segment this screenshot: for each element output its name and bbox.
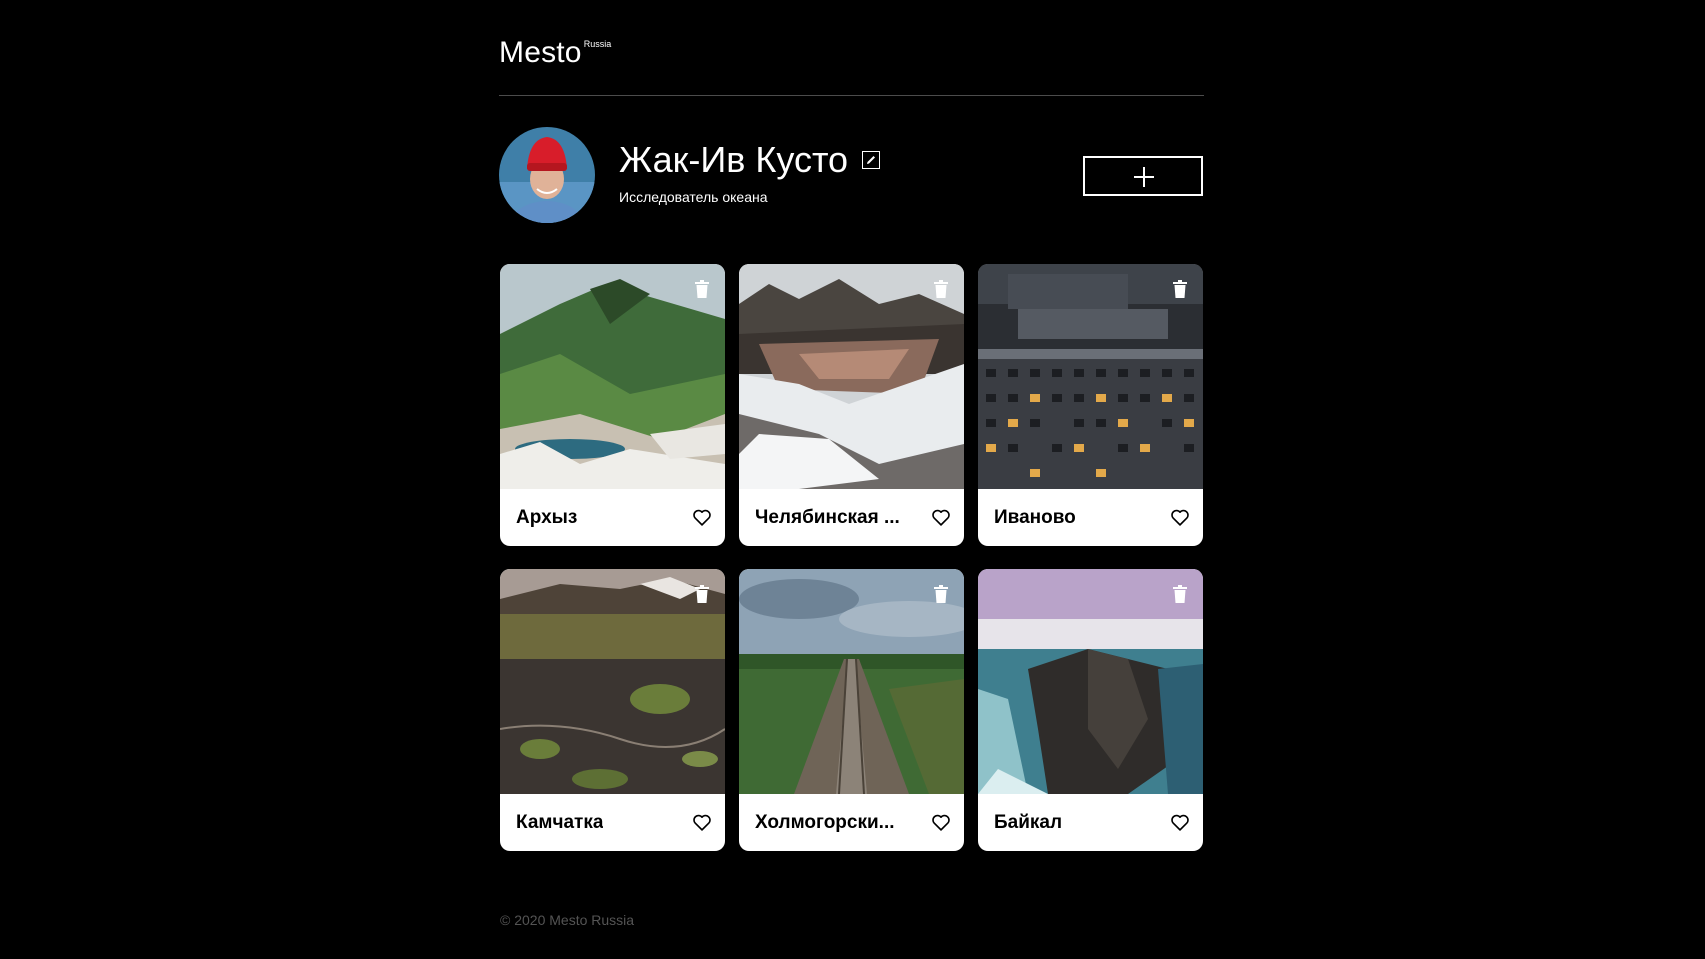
profile-info: Жак-Ив Кусто Исследователь океана [619, 139, 881, 205]
card-footer: Байкал [978, 794, 1203, 851]
card-title: Байкал [994, 811, 1063, 833]
card: Камчатка [500, 569, 725, 851]
page: Mesto Russia Жак-Ив Кусто Исследователь … [0, 0, 1705, 959]
heart-icon[interactable] [1171, 814, 1189, 831]
card-image[interactable] [739, 264, 964, 489]
heart-icon[interactable] [932, 814, 950, 831]
card-image[interactable] [978, 569, 1203, 794]
heart-icon[interactable] [932, 509, 950, 526]
avatar[interactable] [499, 127, 595, 223]
cards-grid: Архыз Челябинская ... Иваново Камчатка Х… [500, 264, 1203, 851]
card-footer: Иваново [978, 489, 1203, 546]
heart-icon[interactable] [693, 509, 711, 526]
card-image[interactable] [500, 264, 725, 489]
profile-name: Жак-Ив Кусто [619, 139, 849, 180]
add-card-button[interactable] [1083, 156, 1203, 196]
card-title: Камчатка [516, 811, 604, 833]
edit-profile-button[interactable] [862, 151, 881, 169]
card-footer: Архыз [500, 489, 725, 546]
card-image[interactable] [978, 264, 1203, 489]
card: Архыз [500, 264, 725, 546]
card-title: Холмогорски... [755, 811, 895, 833]
heart-icon[interactable] [693, 814, 711, 831]
card-image[interactable] [500, 569, 725, 794]
trash-icon[interactable] [934, 280, 948, 298]
logo[interactable]: Mesto Russia [499, 36, 611, 70]
card-title: Челябинская ... [755, 506, 900, 528]
profile-about: Исследователь океана [619, 189, 768, 205]
card-title: Архыз [516, 506, 578, 528]
card: Холмогорски... [739, 569, 964, 851]
logo-text: Mesto [499, 36, 582, 69]
card: Челябинская ... [739, 264, 964, 546]
profile: Жак-Ив Кусто Исследователь океана [499, 127, 1204, 227]
trash-icon[interactable] [695, 585, 709, 603]
card-footer: Холмогорски... [739, 794, 964, 851]
trash-icon[interactable] [934, 585, 948, 603]
pencil-icon [867, 156, 876, 164]
card-image[interactable] [739, 569, 964, 794]
card-footer: Челябинская ... [739, 489, 964, 546]
footer: © 2020 Mesto Russia [500, 912, 634, 928]
plus-icon [1134, 167, 1154, 187]
card-footer: Камчатка [500, 794, 725, 851]
logo-subtitle: Russia [583, 39, 612, 49]
trash-icon[interactable] [1173, 585, 1187, 603]
card: Иваново [978, 264, 1203, 546]
header: Mesto Russia [499, 30, 1204, 96]
card: Байкал [978, 569, 1203, 851]
heart-icon[interactable] [1171, 509, 1189, 526]
card-title: Иваново [994, 506, 1076, 528]
trash-icon[interactable] [695, 280, 709, 298]
copyright-text: © 2020 Mesto Russia [500, 912, 635, 928]
trash-icon[interactable] [1173, 280, 1187, 298]
